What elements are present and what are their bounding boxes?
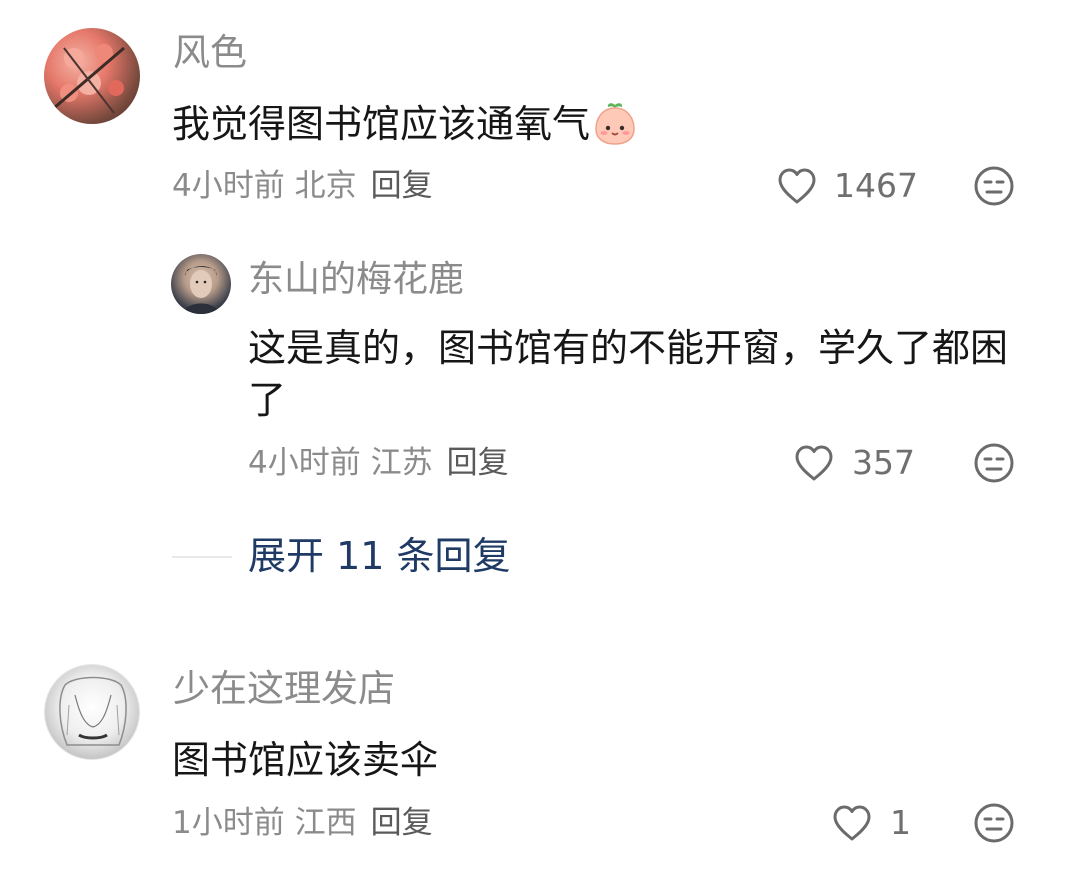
peach-emoji-icon <box>592 101 638 147</box>
heart-icon[interactable] <box>831 803 873 843</box>
comment-meta: 1小时前 江西 回复 <box>172 803 433 843</box>
dislike-face-icon[interactable] <box>973 442 1015 484</box>
comment-time: 4小时前 <box>172 168 285 204</box>
reply-content: 这是真的，图书馆有的不能开窗，学久了都困了 <box>248 326 1009 422</box>
avatar[interactable] <box>171 254 231 314</box>
username[interactable]: 东山的梅花鹿 <box>248 258 464 302</box>
expand-replies-button[interactable]: 展开 11 条回复 <box>248 533 511 579</box>
username[interactable]: 少在这理发店 <box>173 667 395 711</box>
heart-icon[interactable] <box>793 443 835 483</box>
username[interactable]: 风色 <box>173 31 247 75</box>
reply-button[interactable]: 回复 <box>371 803 433 843</box>
comment-content: 我觉得图书馆应该通氧气 <box>172 102 591 146</box>
comment-time: 1小时前 <box>172 805 285 841</box>
expand-divider <box>172 556 232 558</box>
dislike-face-icon[interactable] <box>973 802 1015 844</box>
reply-location: 江苏 <box>370 445 433 481</box>
comment-time-location: 4小时前 北京 <box>172 166 357 206</box>
reply-meta: 4小时前 江苏 回复 <box>248 443 509 483</box>
comment-location: 江西 <box>294 805 357 841</box>
comment-meta: 4小时前 北京 回复 <box>172 166 433 206</box>
comment-location: 北京 <box>294 168 357 204</box>
like-count: 1 <box>890 803 911 842</box>
comment-content: 图书馆应该卖伞 <box>172 738 439 782</box>
like-count: 357 <box>852 443 915 482</box>
avatar[interactable] <box>44 664 140 760</box>
comment-time-location: 1小时前 江西 <box>172 803 357 843</box>
reply-button[interactable]: 回复 <box>447 443 509 483</box>
like-count: 1467 <box>834 166 918 205</box>
heart-icon[interactable] <box>776 166 818 206</box>
dislike-face-icon[interactable] <box>973 165 1015 207</box>
comment-text: 我觉得图书馆应该通氧气 <box>172 98 638 150</box>
avatar[interactable] <box>44 28 140 124</box>
reply-time: 4小时前 <box>248 445 361 481</box>
reply-button[interactable]: 回复 <box>371 166 433 206</box>
reply-time-location: 4小时前 江苏 <box>248 443 433 483</box>
